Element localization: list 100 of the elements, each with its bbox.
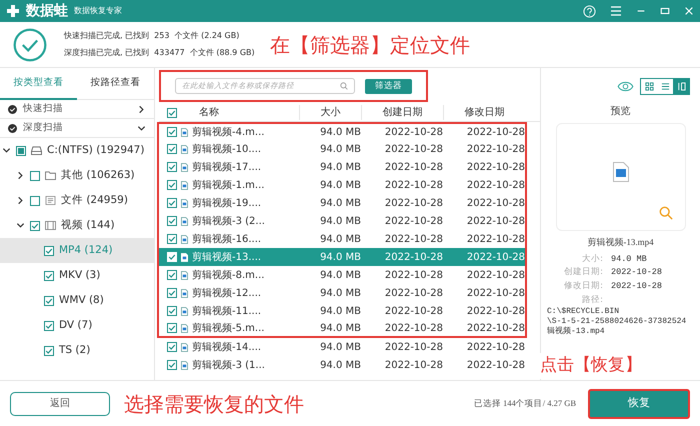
checkbox[interactable] [167,198,177,208]
tree-label: MKV (3) [59,268,100,283]
chevron-icon[interactable] [137,124,146,132]
app-subtitle: 数据恢复专家 [74,5,122,17]
file-path: \S-1-5-21-2588024626-37382524 [547,316,688,326]
chevron-icon[interactable] [137,104,146,114]
checkbox[interactable] [167,342,177,352]
checkbox[interactable] [30,196,40,206]
checkbox[interactable] [30,170,40,180]
modified-date: 2022-10-28 [466,178,525,192]
column-header[interactable]: 创建日期 [361,105,443,120]
chevron-icon[interactable] [16,171,25,180]
video-file-icon [612,162,628,182]
check-circle-icon [12,26,48,62]
column-header[interactable]: 名称 [199,105,219,120]
checkbox[interactable] [167,323,177,333]
view-tab[interactable]: 按类型查看 [0,68,77,100]
detail-label: 创建日期: [563,266,603,279]
checkbox[interactable] [44,320,54,330]
detail-value: 2022-10-28 [611,280,664,293]
modified-date: 2022-10-28 [466,304,525,318]
close-icon[interactable] [684,6,694,16]
eye-icon[interactable] [617,80,634,92]
column-header[interactable]: 修改日期 [443,105,525,120]
back-button[interactable]: 返回 [10,392,110,416]
file-row[interactable]: 剪辑视频-8.m... 94.0 MB 2022-10-28 2022-10-28 [157,266,527,284]
file-row[interactable]: 剪辑视频-19.... 94.0 MB 2022-10-28 2022-10-28 [157,194,527,212]
view-tab[interactable]: 按路径查看 [77,68,154,100]
file-row[interactable]: 剪辑视频-3 (1... 94.0 MB 2022-10-28 2022-10-28 [157,356,527,374]
checkbox[interactable] [44,270,54,280]
file-row[interactable]: 剪辑视频-5.m... 94.0 MB 2022-10-28 2022-10-28 [157,320,527,338]
checkbox[interactable] [167,360,177,370]
check-badge-icon [8,104,17,114]
filter-button[interactable]: 筛选器 [365,78,412,94]
created-date: 2022-10-28 [384,126,443,140]
tree-item[interactable]: WMV (8) [0,288,154,313]
tree-item[interactable]: 视频 (144) [0,213,154,238]
checkbox[interactable] [167,162,177,172]
file-name: 剪辑视频-14.... [192,340,262,354]
file-size: 94.0 MB [319,358,361,372]
checkbox[interactable] [167,216,177,226]
chevron-icon[interactable] [2,146,11,155]
detail-value: 2022-10-28 [611,266,664,279]
file-name: 剪辑视频-16.... [192,232,262,246]
file-name: 剪辑视频-12.... [192,286,262,300]
file-row[interactable]: 剪辑视频-12.... 94.0 MB 2022-10-28 2022-10-28 [157,284,527,302]
checkbox[interactable] [167,108,177,118]
menu-icon[interactable] [610,5,622,17]
created-date: 2022-10-28 [384,322,443,336]
maximize-icon[interactable] [660,6,670,16]
file-row[interactable]: 剪辑视频-4.m... 94.0 MB 2022-10-28 2022-10-28 [157,122,527,140]
scan-group[interactable]: 快速扫描 [0,100,154,119]
scan-group[interactable]: 深度扫描 [0,119,154,138]
column-header[interactable]: 大小 [299,105,361,120]
checkbox[interactable] [167,270,177,280]
checkbox[interactable] [44,296,54,306]
tree-item[interactable]: DV (7) [0,313,154,338]
created-date: 2022-10-28 [384,250,443,264]
tree-item[interactable]: MKV (3) [0,263,154,288]
checkbox[interactable] [30,220,40,230]
checkbox[interactable] [44,246,54,256]
file-row[interactable]: 剪辑视频-3 (2... 94.0 MB 2022-10-28 2022-10-28 [157,212,527,230]
checkbox[interactable] [167,288,177,298]
tree-item[interactable]: 其他 (106263) [0,163,154,188]
tree-item[interactable]: C:(NTFS) (192947) [0,138,154,163]
detail-view-button[interactable] [673,78,689,94]
file-name: 剪辑视频-5.m... [192,322,264,336]
checkbox[interactable] [167,127,177,137]
checkbox[interactable] [167,144,177,154]
file-row[interactable]: 剪辑视频-1.m... 94.0 MB 2022-10-28 2022-10-28 [157,176,527,194]
file-path: 辑视频-13.mp4 [547,326,606,336]
recover-button[interactable]: 恢复 [588,388,690,418]
annotation-text: 在【筛选器】定位文件 [270,32,470,58]
scan-summary: 深度扫描已完成, 已找到 433477 个文件 (88.9 GB) [64,47,256,59]
file-size: 94.0 MB [319,126,361,140]
created-date: 2022-10-28 [384,304,443,318]
chevron-icon[interactable] [16,196,25,205]
created-date: 2022-10-28 [384,286,443,300]
checkbox[interactable] [167,306,177,316]
tree-item[interactable]: 文件 (24959) [0,188,154,213]
modified-date: 2022-10-28 [466,214,525,228]
checkbox[interactable] [167,180,177,190]
file-icon [181,306,188,316]
checkbox[interactable] [167,234,177,244]
zoom-icon[interactable] [658,206,672,220]
tree-item[interactable]: TS (2) [0,338,154,363]
file-size: 94.0 MB [319,196,361,210]
chevron-icon[interactable] [16,221,25,230]
tree-label: 其他 (106263) [61,168,135,183]
file-row[interactable]: 剪辑视频-10.... 94.0 MB 2022-10-28 2022-10-28 [157,140,527,158]
file-row[interactable]: 剪辑视频-14.... 94.0 MB 2022-10-28 2022-10-28 [157,338,527,356]
checkbox[interactable] [16,146,26,156]
modified-date: 2022-10-28 [466,268,525,282]
file-row[interactable]: 剪辑视频-11.... 94.0 MB 2022-10-28 2022-10-28 [157,302,527,320]
checkbox[interactable] [44,346,54,356]
file-row[interactable]: 剪辑视频-17.... 94.0 MB 2022-10-28 2022-10-28 [157,158,527,176]
file-name: 剪辑视频-11.... [192,304,262,318]
file-name: 剪辑视频-17.... [192,160,262,174]
preview-title: 预览 [610,105,630,119]
help-icon[interactable] [583,4,596,18]
